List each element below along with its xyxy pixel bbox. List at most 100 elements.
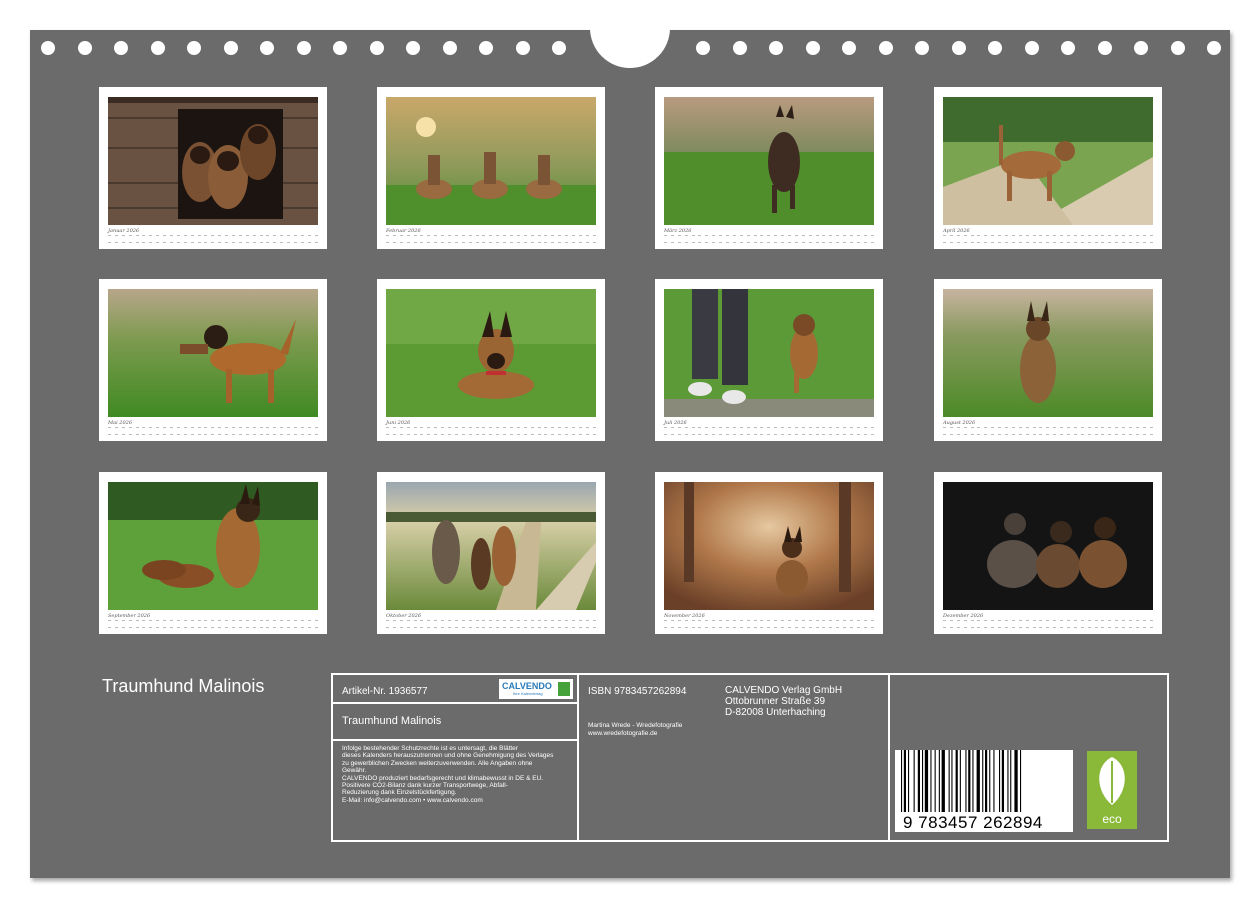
binding-hole [915, 41, 929, 55]
day-tick [204, 427, 208, 435]
day-tick [808, 427, 812, 435]
day-tick [1142, 235, 1146, 243]
day-tick [245, 427, 249, 435]
day-tick [984, 427, 988, 435]
day-tick [726, 620, 730, 628]
day-tick [1142, 620, 1146, 628]
day-tick [482, 427, 486, 435]
day-tick [977, 427, 981, 435]
day-tick [468, 427, 472, 435]
day-tick [1149, 620, 1153, 628]
day-tick [843, 427, 847, 435]
day-tick [406, 235, 410, 243]
binding-hole [1097, 41, 1112, 55]
day-tick [496, 235, 500, 243]
day-tick [870, 620, 874, 628]
day-tick [760, 235, 764, 243]
day-tick [183, 620, 187, 628]
day-tick [1094, 427, 1098, 435]
day-tick [781, 427, 785, 435]
day-tick [280, 427, 284, 435]
day-tick [551, 235, 555, 243]
month-card-november: November 2026 [655, 472, 883, 634]
day-tick [441, 427, 445, 435]
day-tick [565, 235, 569, 243]
day-tick [578, 235, 582, 243]
barcode-bar [955, 750, 958, 812]
day-tick [551, 620, 555, 628]
day-tick [427, 620, 431, 628]
day-tick [774, 427, 778, 435]
day-tick [420, 427, 424, 435]
photo-mother-with-puppies [108, 482, 318, 610]
day-tick [142, 427, 146, 435]
day-tick [1122, 235, 1126, 243]
photo-dog-sitting-meadow [943, 289, 1153, 417]
day-tick [670, 235, 674, 243]
day-tick [516, 235, 520, 243]
day-tick [516, 427, 520, 435]
day-tick [427, 235, 431, 243]
day-tick [434, 620, 438, 628]
day-tick [420, 235, 424, 243]
month-label: September 2026 [108, 613, 151, 619]
day-tick [970, 620, 974, 628]
day-tick [537, 620, 541, 628]
day-tick [176, 620, 180, 628]
day-tick [259, 235, 263, 243]
day-tick [300, 235, 304, 243]
day-tick [475, 235, 479, 243]
day-tick [392, 427, 396, 435]
binding-hole [406, 41, 420, 55]
day-tick [482, 235, 486, 243]
day-tick [801, 427, 805, 435]
photo-puppy-carrying-toy [108, 289, 318, 417]
day-tick [218, 620, 222, 628]
day-tick [413, 235, 417, 243]
day-tick [585, 620, 589, 628]
binding-hole [1170, 41, 1185, 55]
day-tick [232, 620, 236, 628]
day-tick [788, 235, 792, 243]
day-strip [664, 427, 874, 435]
day-tick [218, 235, 222, 243]
day-tick [259, 427, 263, 435]
day-tick [190, 427, 194, 435]
month-card-january: Januar 2026 [99, 87, 327, 249]
day-tick [170, 235, 174, 243]
barcode-bar [938, 750, 940, 812]
day-tick [850, 427, 854, 435]
day-tick [468, 620, 472, 628]
day-tick [956, 427, 960, 435]
month-card-september: September 2026 [99, 472, 327, 634]
month-card-may: Mai 2026 [99, 279, 327, 441]
day-tick [991, 427, 995, 435]
day-tick [448, 427, 452, 435]
day-tick [1060, 235, 1064, 243]
day-tick [572, 620, 576, 628]
binding-hole [1134, 41, 1148, 55]
day-tick [314, 427, 318, 435]
day-tick [739, 620, 743, 628]
day-tick [475, 427, 479, 435]
day-tick [753, 620, 757, 628]
month-label: August 2026 [943, 420, 976, 426]
day-tick [114, 427, 118, 435]
day-tick [183, 235, 187, 243]
day-tick [726, 427, 730, 435]
day-tick [510, 620, 514, 628]
logo-subtext: Ihre Kalendertag [513, 691, 543, 696]
day-tick [746, 235, 750, 243]
day-tick [949, 620, 953, 628]
day-tick [516, 620, 520, 628]
day-tick [461, 427, 465, 435]
day-tick [1053, 620, 1057, 628]
day-tick [1011, 235, 1015, 243]
barcode-bar [1001, 750, 1004, 812]
day-tick [1115, 427, 1119, 435]
day-tick [510, 427, 514, 435]
day-tick [128, 235, 132, 243]
day-tick [808, 620, 812, 628]
photo-three-dogs-country-road [386, 482, 596, 610]
day-tick [558, 620, 562, 628]
